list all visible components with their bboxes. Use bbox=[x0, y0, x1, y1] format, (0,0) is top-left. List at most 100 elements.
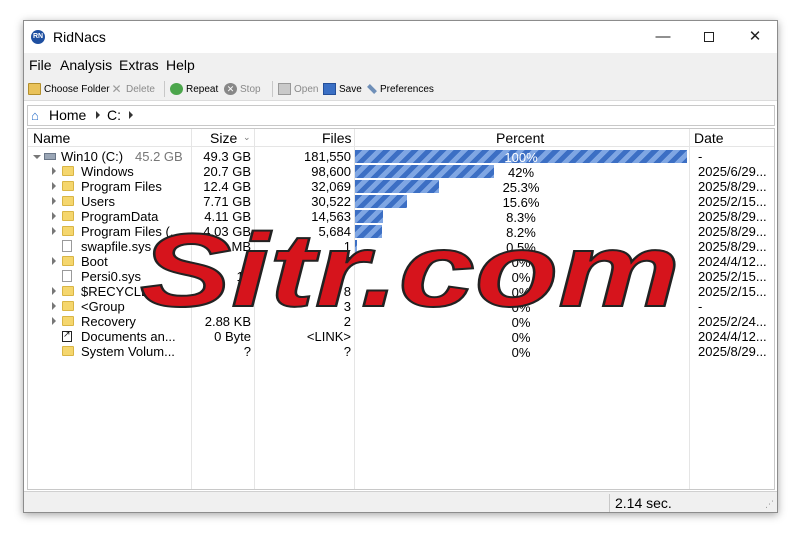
row-files: 3 bbox=[343, 299, 351, 314]
title-bar[interactable]: RN RidNacs — ✕ bbox=[24, 21, 777, 53]
breadcrumb-separator-icon[interactable] bbox=[129, 111, 133, 119]
breadcrumb-home[interactable]: Home bbox=[49, 107, 86, 123]
table-row[interactable]: Program Files (... 4.03 GB 5,684 8.2% 2025/8… bbox=[28, 224, 774, 240]
resize-grip-icon[interactable]: ⋰ bbox=[765, 499, 774, 510]
row-percent: 0% bbox=[511, 255, 531, 270]
percent-bar: 8.2% bbox=[355, 225, 687, 240]
row-percent: 100% bbox=[504, 150, 538, 165]
row-size: 20.7 GB bbox=[203, 164, 251, 179]
chevron-right-icon[interactable] bbox=[52, 317, 56, 325]
chevron-right-icon[interactable] bbox=[52, 182, 56, 190]
menu-help[interactable]: Help bbox=[166, 57, 195, 73]
column-header-size[interactable]: Size bbox=[210, 130, 237, 147]
column-header-row: Name Size ⌄ Files Percent Date bbox=[28, 129, 774, 147]
table-row[interactable]: Persi0.sys 16 0% 2025/2/15... bbox=[28, 269, 774, 285]
breadcrumb-separator-icon[interactable] bbox=[96, 111, 100, 119]
row-files: 5,684 bbox=[318, 224, 351, 239]
column-header-name[interactable]: Name bbox=[33, 130, 70, 147]
table-row[interactable]: Windows 20.7 GB 98,600 42% 2025/6/29... bbox=[28, 164, 774, 180]
row-size: 0 Byte bbox=[214, 329, 251, 344]
menu-extras[interactable]: Extras bbox=[119, 57, 159, 73]
row-percent: 0% bbox=[511, 330, 531, 345]
menu-analysis[interactable]: Analysis bbox=[60, 57, 112, 73]
table-row[interactable]: Program Files 12.4 GB 32,069 25.3% 2025/8/29… bbox=[28, 179, 774, 195]
breadcrumb-drive[interactable]: C: bbox=[107, 107, 121, 123]
row-name: Program Files bbox=[81, 179, 162, 194]
row-date: 2025/2/15... bbox=[698, 284, 767, 299]
toolbar-divider bbox=[164, 81, 165, 97]
table-row[interactable]: System Volum...?? 0% 2025/8/29... bbox=[28, 344, 774, 360]
delete-icon: ✕ bbox=[111, 82, 122, 96]
table-row[interactable]: Boot 0 87 0% 2024/4/12... bbox=[28, 254, 774, 270]
row-name: Win10 (C:) bbox=[61, 149, 124, 164]
row-files: 30,522 bbox=[311, 194, 351, 209]
folder-icon bbox=[62, 316, 74, 326]
folder-icon bbox=[62, 226, 74, 236]
chevron-right-icon[interactable] bbox=[52, 197, 56, 205]
chevron-right-icon[interactable] bbox=[52, 302, 56, 310]
chevron-right-icon[interactable] bbox=[52, 212, 56, 220]
row-files: 87 bbox=[336, 254, 351, 269]
row-size: MB bbox=[231, 239, 252, 254]
row-percent: 0% bbox=[511, 315, 531, 330]
file-icon bbox=[62, 240, 72, 252]
close-button[interactable]: ✕ bbox=[732, 21, 777, 53]
table-row[interactable]: swapfile.sys MB 1 0.5% 2025/8/29... bbox=[28, 239, 774, 255]
column-header-percent[interactable]: Percent bbox=[496, 130, 544, 147]
link-icon bbox=[62, 329, 72, 342]
row-percent: 0% bbox=[511, 285, 531, 300]
app-window: RN RidNacs — ✕ File Analysis Extras Help… bbox=[23, 20, 778, 513]
choose-folder-label: Choose Folder bbox=[44, 83, 110, 95]
row-date: 2025/6/29... bbox=[698, 164, 767, 179]
percent-bar: 0% bbox=[355, 285, 687, 300]
column-header-files[interactable]: Files bbox=[322, 130, 352, 147]
save-button[interactable]: Save bbox=[323, 81, 362, 97]
row-size: 16 bbox=[236, 269, 251, 284]
chevron-right-icon[interactable] bbox=[52, 167, 56, 175]
folder-icon bbox=[62, 166, 74, 176]
save-icon bbox=[323, 83, 336, 95]
row-name: swapfile.sys bbox=[81, 239, 152, 254]
row-size: 4.11 GB bbox=[204, 209, 251, 224]
table-row[interactable]: Users 7.71 GB 30,522 15.6% 2025/2/15... bbox=[28, 194, 774, 210]
folder-icon bbox=[62, 301, 74, 311]
table-row[interactable]: Recovery 2.88 KB 2 0% 2025/2/24... bbox=[28, 314, 774, 330]
breadcrumb: ⌂ Home C: bbox=[27, 105, 775, 126]
row-percent: 15.6% bbox=[502, 195, 540, 210]
minimize-button[interactable]: — bbox=[640, 21, 686, 53]
repeat-button[interactable]: Repeat bbox=[170, 81, 218, 97]
delete-button[interactable]: ✕ Delete bbox=[110, 81, 154, 97]
row-date: 2025/2/15... bbox=[698, 194, 767, 209]
row-date: 2025/8/29... bbox=[698, 209, 767, 224]
chevron-right-icon[interactable] bbox=[52, 257, 56, 265]
row-percent: 0.5% bbox=[506, 240, 536, 255]
open-button[interactable]: Open bbox=[278, 81, 318, 97]
row-date: 2024/4/12... bbox=[698, 254, 767, 269]
menu-file[interactable]: File bbox=[29, 57, 52, 73]
table-row[interactable]: Win10 (C:) 45.2 GB 49.3 GB 181,550 100% - bbox=[28, 149, 774, 165]
toolbar: Choose Folder ✕ Delete Repeat ✕ Stop Ope… bbox=[24, 77, 777, 101]
preferences-button[interactable]: Preferences bbox=[367, 81, 434, 97]
table-row[interactable]: <Group 3 0% - bbox=[28, 299, 774, 315]
choose-folder-button[interactable]: Choose Folder bbox=[28, 81, 110, 97]
repeat-label: Repeat bbox=[186, 83, 219, 95]
row-files: 8 bbox=[343, 284, 351, 299]
table-row[interactable]: $RECYCLE 1 8 0% 2025/2/15... bbox=[28, 284, 774, 300]
row-date: 2024/4/12... bbox=[698, 329, 767, 344]
table-row[interactable]: ProgramData 4.11 GB 14,563 8.3% 2025/8/29... bbox=[28, 209, 774, 225]
home-icon[interactable]: ⌂ bbox=[31, 108, 39, 123]
table-row[interactable]: Documents an... 0 Byte <LINK> 0% 2024/4/12..… bbox=[28, 329, 774, 345]
percent-bar: 0% bbox=[355, 345, 687, 360]
chevron-right-icon[interactable] bbox=[52, 287, 56, 295]
column-header-date[interactable]: Date bbox=[694, 130, 724, 147]
chevron-right-icon[interactable] bbox=[52, 227, 56, 235]
row-date: - bbox=[698, 299, 703, 314]
chevron-down-icon[interactable] bbox=[33, 155, 41, 159]
maximize-button[interactable] bbox=[686, 21, 732, 53]
stop-icon: ✕ bbox=[224, 83, 237, 95]
row-name: Recovery bbox=[81, 314, 136, 329]
stop-button[interactable]: ✕ Stop bbox=[224, 81, 261, 97]
row-percent: 42% bbox=[507, 165, 535, 180]
row-files: 32,069 bbox=[311, 179, 351, 194]
row-size: 4.03 GB bbox=[203, 224, 251, 239]
